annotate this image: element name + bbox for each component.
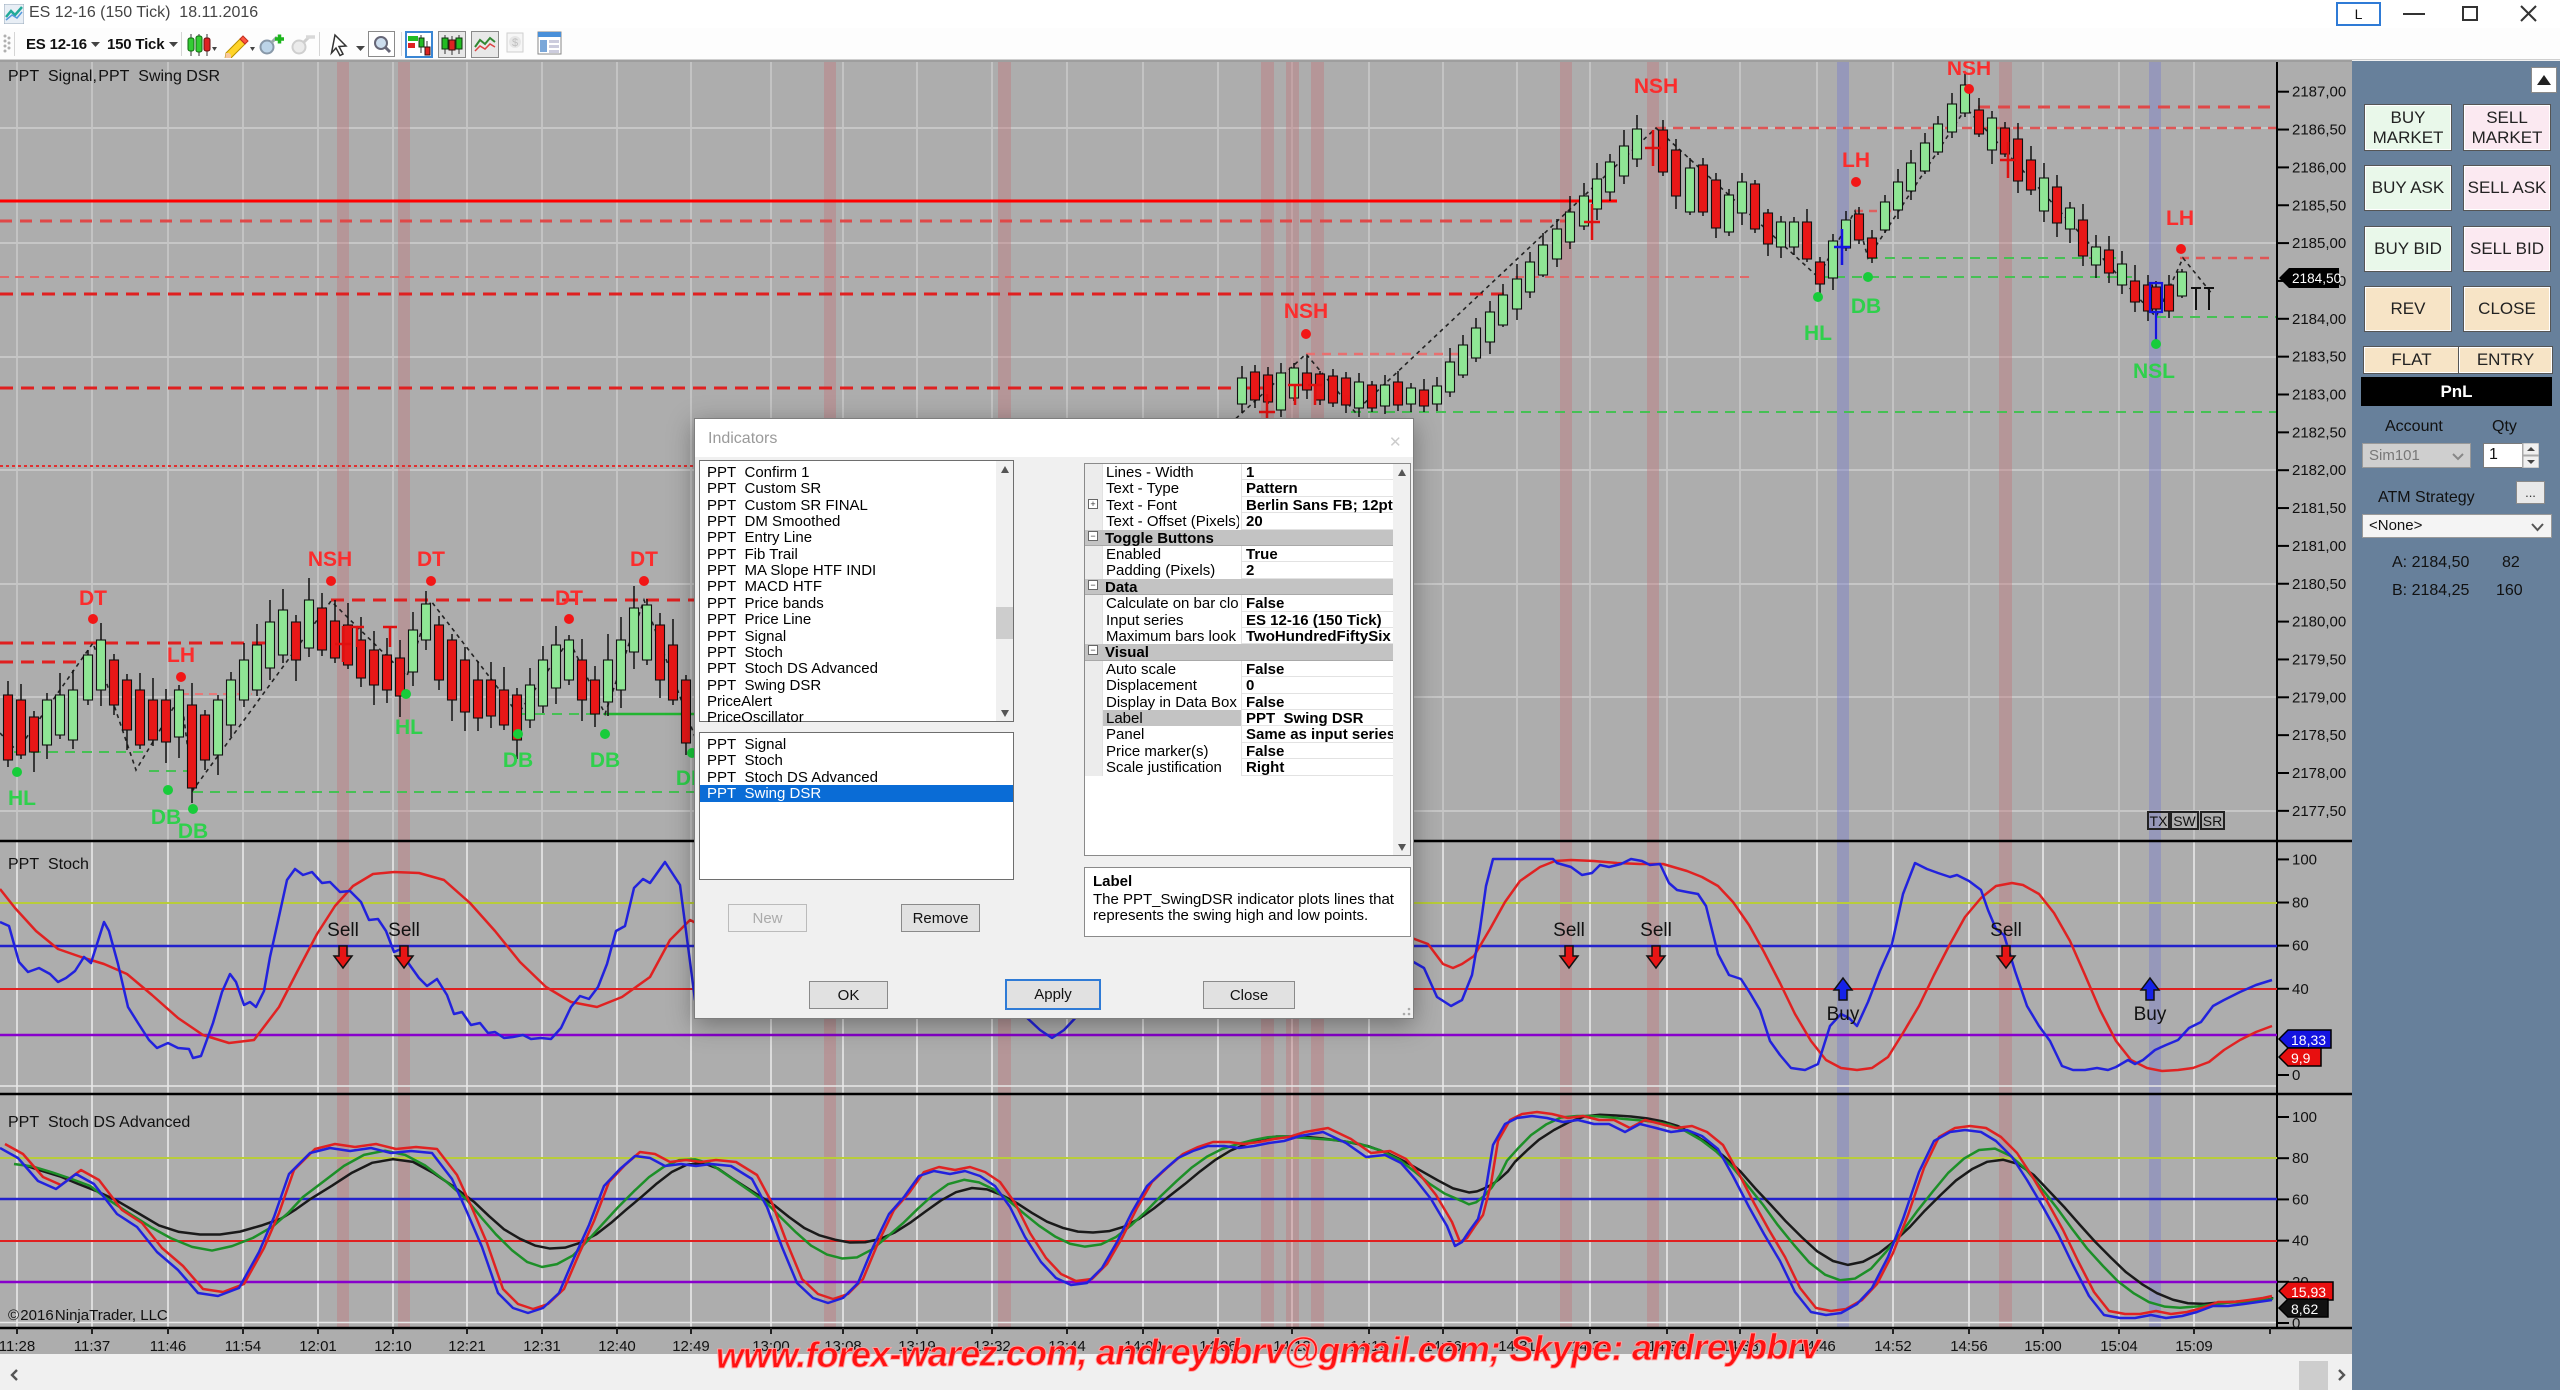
svg-text:SW: SW (2173, 813, 2196, 829)
svg-text:2186,00: 2186,00 (2292, 159, 2346, 176)
svg-text:2179,50: 2179,50 (2292, 651, 2346, 668)
svg-text:Buy: Buy (2134, 1004, 2167, 1025)
svg-text:SR: SR (2203, 813, 2222, 829)
svg-text:DB: DB (590, 749, 620, 772)
svg-text:2180,00: 2180,00 (2292, 614, 2346, 631)
svg-text:PPT Signal, PPT Swing DSR: PPT Signal, PPT Swing DSR (8, 68, 220, 85)
svg-text:60: 60 (2292, 938, 2309, 955)
svg-text:DB: DB (151, 806, 181, 829)
svg-text:40: 40 (2292, 981, 2309, 998)
svg-text:2179,00: 2179,00 (2292, 689, 2346, 706)
svg-text:9,9: 9,9 (2291, 1050, 2311, 1066)
svg-text:Sell: Sell (1640, 920, 1672, 941)
svg-text:15,93: 15,93 (2291, 1284, 2326, 1300)
svg-text:2182,00: 2182,00 (2292, 462, 2346, 479)
svg-text:www.forex-warez.com, andreybbr: www.forex-warez.com, andreybbrv@gmail.co… (716, 1330, 1823, 1376)
svg-text:DT: DT (79, 587, 107, 610)
svg-text:NSH: NSH (1284, 300, 1328, 323)
svg-text:Sell: Sell (388, 920, 420, 941)
svg-text:DB: DB (178, 820, 208, 843)
svg-text:LH: LH (2166, 207, 2194, 230)
svg-text:Sell: Sell (327, 920, 359, 941)
svg-text:© 2016 NinjaTrader, LLC: © 2016 NinjaTrader, LLC (8, 1307, 168, 1324)
svg-text:PPT Stoch: PPT Stoch (8, 856, 89, 873)
svg-text:2180,50: 2180,50 (2292, 576, 2346, 593)
svg-text:2183,50: 2183,50 (2292, 349, 2346, 366)
svg-text:TX: TX (2150, 813, 2169, 829)
svg-text:40: 40 (2292, 1233, 2309, 1250)
svg-text:Sell: Sell (1990, 920, 2022, 941)
svg-text:DT: DT (630, 548, 658, 571)
svg-text:NSH: NSH (1947, 60, 1991, 80)
svg-text:2181,50: 2181,50 (2292, 500, 2346, 517)
svg-text:2177,50: 2177,50 (2292, 803, 2346, 820)
svg-text:100: 100 (2292, 1109, 2317, 1126)
svg-text:2184,00: 2184,00 (2292, 311, 2346, 328)
svg-text:DB: DB (1851, 295, 1881, 318)
svg-text:2185,00: 2185,00 (2292, 235, 2346, 252)
svg-text:8,62: 8,62 (2291, 1301, 2318, 1317)
svg-text:PPT Stoch DS Advanced: PPT Stoch DS Advanced (8, 1114, 190, 1131)
svg-text:2184,50: 2184,50 (2292, 271, 2342, 286)
svg-text:2183,00: 2183,00 (2292, 387, 2346, 404)
svg-text:LH: LH (167, 644, 195, 667)
svg-text:2187,00: 2187,00 (2292, 84, 2346, 101)
svg-text:80: 80 (2292, 895, 2309, 912)
svg-text:2186,50: 2186,50 (2292, 122, 2346, 139)
svg-text:2178,00: 2178,00 (2292, 765, 2346, 782)
svg-text:$: $ (512, 37, 518, 49)
svg-text:LH: LH (1842, 149, 1870, 172)
svg-text:60: 60 (2292, 1191, 2309, 1208)
svg-text:Buy: Buy (1827, 1004, 1860, 1025)
svg-text:HL: HL (1804, 322, 1832, 345)
svg-text:NSH: NSH (308, 548, 352, 571)
svg-text:2182,50: 2182,50 (2292, 424, 2346, 441)
svg-text:HL: HL (8, 787, 36, 810)
svg-text:NSL: NSL (2133, 360, 2175, 383)
svg-text:2185,50: 2185,50 (2292, 197, 2346, 214)
svg-text:HL: HL (395, 716, 423, 739)
svg-text:2178,50: 2178,50 (2292, 727, 2346, 744)
svg-text:DT: DT (555, 587, 583, 610)
svg-text:100: 100 (2292, 851, 2317, 868)
svg-text:NSH: NSH (1634, 75, 1678, 98)
svg-text:0: 0 (2292, 1067, 2300, 1084)
svg-text:80: 80 (2292, 1150, 2309, 1167)
svg-text:2181,00: 2181,00 (2292, 538, 2346, 555)
svg-text:DT: DT (417, 548, 445, 571)
svg-text:Sell: Sell (1553, 920, 1585, 941)
svg-text:18,33: 18,33 (2291, 1032, 2326, 1048)
svg-text:DB: DB (503, 749, 533, 772)
